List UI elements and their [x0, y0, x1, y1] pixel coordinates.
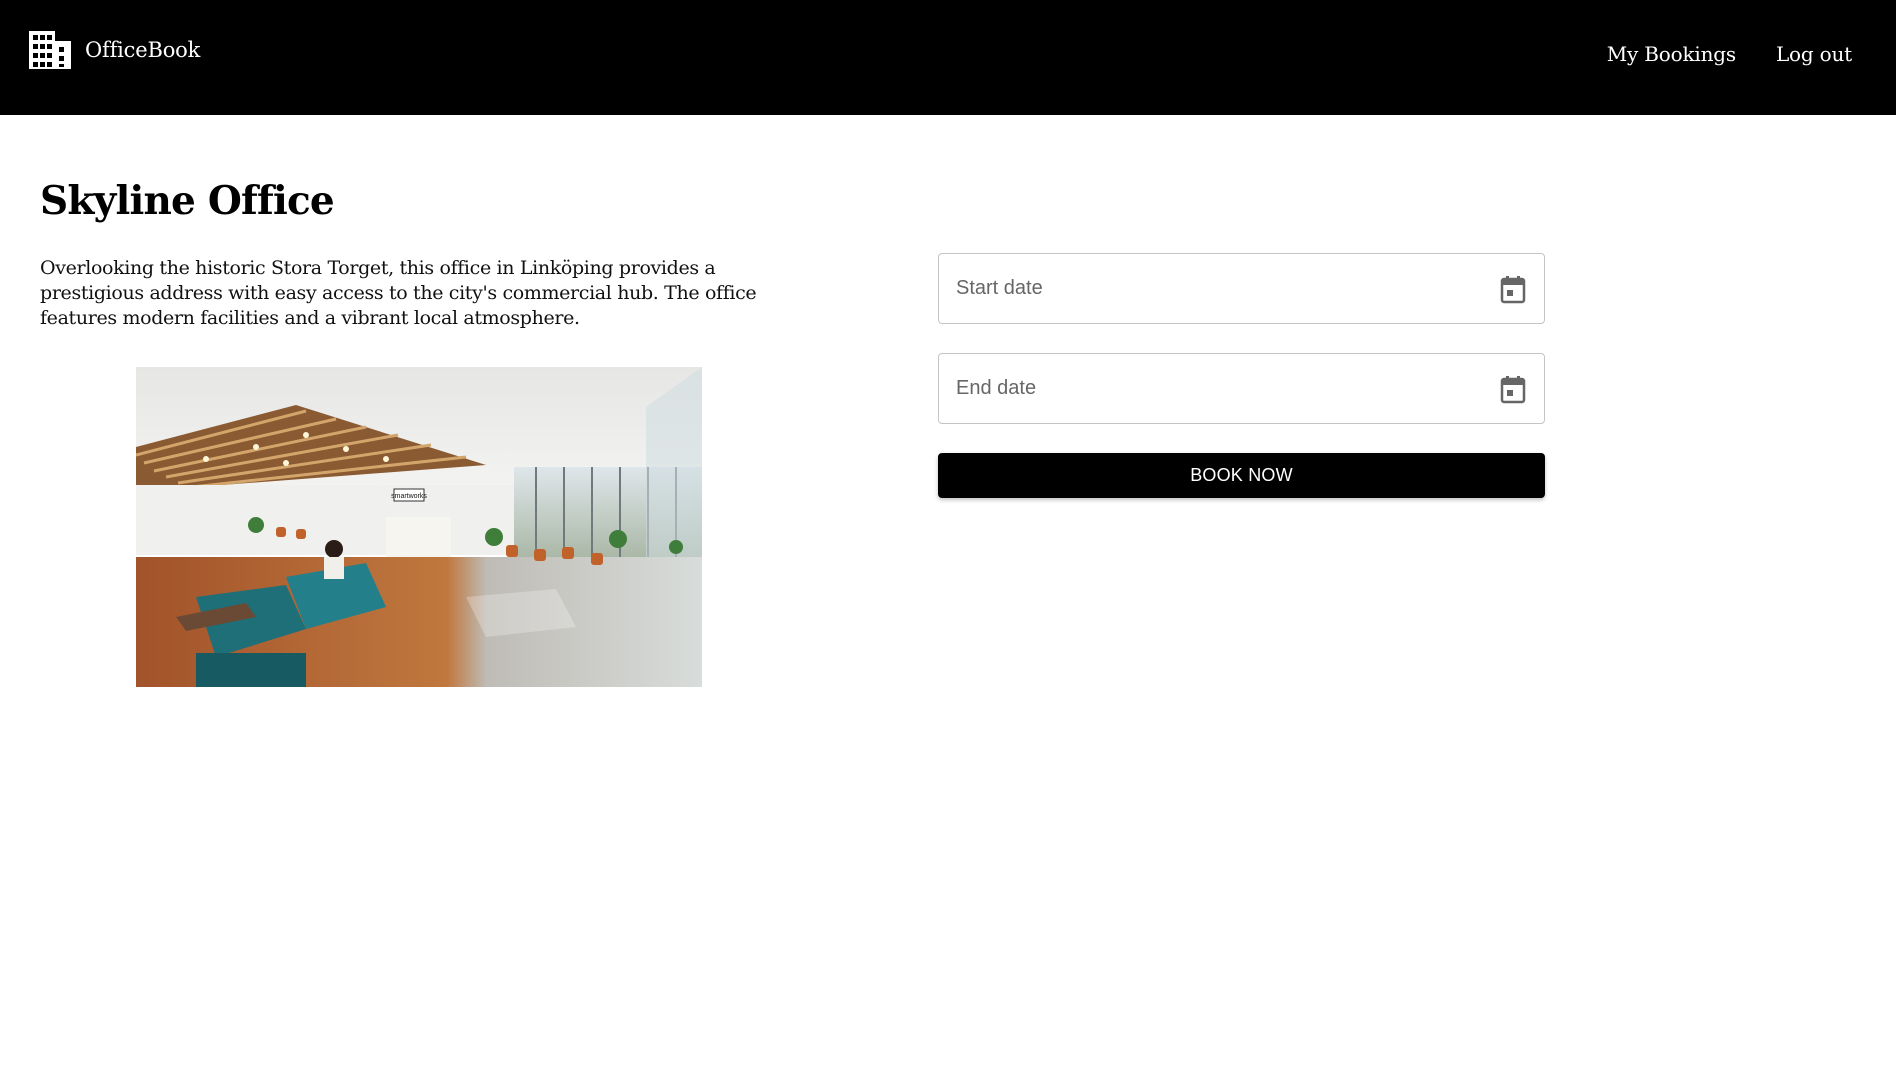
- end-date-field[interactable]: End date: [938, 353, 1545, 424]
- brand-name: OfficeBook: [85, 38, 201, 62]
- end-date-placeholder: End date: [956, 377, 1037, 399]
- office-description: Overlooking the historic Stora Torget, t…: [40, 257, 757, 329]
- top-navbar: OfficeBook My Bookings Log out: [0, 0, 1896, 115]
- calendar-icon[interactable]: [1500, 376, 1526, 404]
- office-photo: smartworks: [136, 367, 702, 687]
- photo-sign-text: smartworks: [391, 493, 427, 500]
- log-out-link[interactable]: Log out: [1776, 42, 1852, 66]
- brand[interactable]: OfficeBook: [29, 31, 200, 69]
- calendar-icon[interactable]: [1500, 276, 1526, 304]
- main-nav: My Bookings Log out: [1607, 42, 1852, 66]
- start-date-placeholder: Start date: [956, 277, 1043, 299]
- office-title: Skyline Office: [40, 178, 335, 224]
- office-building-icon: [29, 31, 71, 69]
- my-bookings-link[interactable]: My Bookings: [1607, 42, 1736, 66]
- book-now-button[interactable]: BOOK NOW: [938, 453, 1545, 498]
- start-date-field[interactable]: Start date: [938, 253, 1545, 324]
